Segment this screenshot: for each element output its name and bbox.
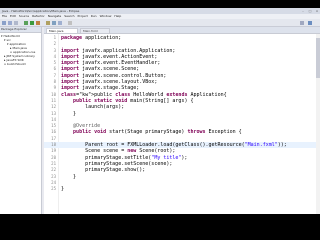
code-line[interactable]: 25}	[44, 186, 320, 192]
code-area[interactable]: 1 package application; 2 3 import javafx.app…	[44, 35, 320, 192]
run-icon[interactable]	[30, 21, 34, 25]
print-icon[interactable]	[14, 21, 18, 25]
code-text: }	[61, 186, 65, 193]
code-editor[interactable]: Main.java Main.fxml 1 package application…	[44, 27, 320, 214]
file-icon: ▫	[4, 62, 7, 66]
minimize-icon[interactable]: –	[300, 9, 306, 13]
java-perspective-icon[interactable]	[308, 21, 312, 25]
new-java-project-icon[interactable]	[46, 21, 50, 25]
search-icon[interactable]	[68, 21, 72, 25]
close-icon[interactable]: ×	[314, 9, 320, 13]
eclipse-window: Java - HelloWorld/src/application/Main.j…	[0, 8, 320, 214]
project-tree: ▾ HelloWorld ▾ src ▾ application ▸ Main.…	[0, 33, 41, 66]
new-icon[interactable]	[2, 21, 6, 25]
maximize-icon[interactable]: □	[307, 9, 313, 13]
external-tools-icon[interactable]	[36, 21, 40, 25]
vertical-scrollbar[interactable]	[316, 34, 320, 214]
package-explorer: Package Explorer ▾ HelloWorld ▾ src ▾ ap…	[0, 27, 42, 214]
new-class-icon[interactable]	[58, 21, 62, 25]
toolbar	[0, 19, 320, 27]
scrollbar-thumb[interactable]	[316, 38, 320, 78]
line-number: 25	[51, 186, 56, 192]
editor-tabs: Main.java Main.fxml	[44, 27, 320, 34]
tree-item-build[interactable]: ▫ build.fxbuild	[1, 62, 41, 66]
tree-item-label: build.fxbuild	[7, 62, 26, 66]
tab-main-java[interactable]: Main.java	[46, 28, 78, 33]
open-perspective-icon[interactable]	[300, 21, 304, 25]
new-package-icon[interactable]	[52, 21, 56, 25]
save-icon[interactable]	[8, 21, 12, 25]
tab-main-fxml[interactable]: Main.fxml	[80, 28, 110, 33]
debug-icon[interactable]	[24, 21, 28, 25]
